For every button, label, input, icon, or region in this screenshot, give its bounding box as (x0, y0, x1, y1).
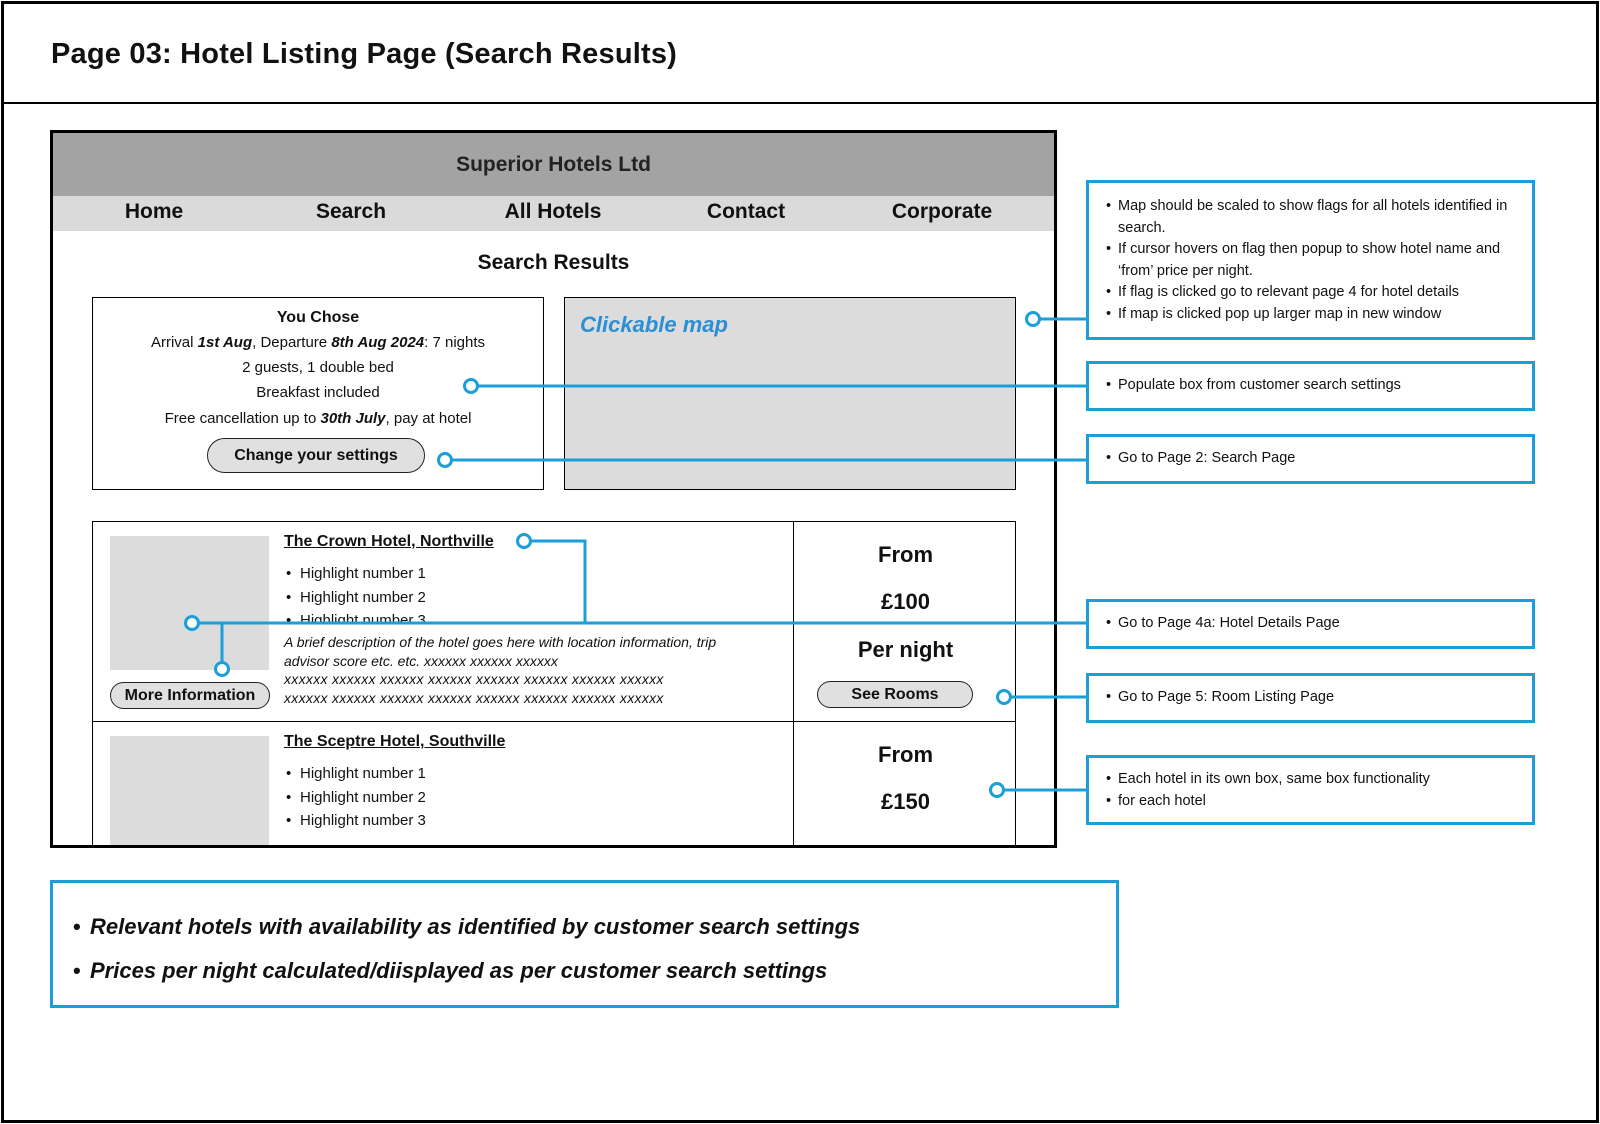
price-from-label: From (878, 742, 933, 767)
note-item: Go to Page 5: Room Listing Page (1106, 687, 1532, 709)
map-label: Clickable map (580, 312, 728, 337)
nav-search[interactable]: Search (316, 200, 386, 224)
title-divider (4, 102, 1596, 104)
note-item: Populate box from customer search settin… (1106, 375, 1532, 397)
arrival-date: 1st Aug (197, 334, 253, 351)
hotel-name-link[interactable]: The Crown Hotel, Northville (284, 533, 494, 551)
site-name: Superior Hotels Ltd (456, 152, 651, 176)
note-item: Map should be scaled to show flags for a… (1106, 196, 1532, 239)
description-filler: xxxxxx xxxxxx xxxxxx xxxxxx xxxxxx xxxxx… (284, 689, 664, 706)
description-text: A brief description of the hotel goes he… (284, 634, 717, 669)
more-information-button[interactable]: More Information (110, 682, 270, 709)
nav-home[interactable]: Home (125, 200, 183, 224)
bottom-note-item: Prices per night calculated/diisplayed a… (73, 949, 1116, 993)
site-header: Superior Hotels Ltd (53, 133, 1054, 196)
guests-line: 2 guests, 1 double bed (242, 359, 394, 376)
each-hotel-note-box: Each hotel in its own box, same box func… (1086, 755, 1535, 825)
nav-contact[interactable]: Contact (707, 200, 785, 224)
note-item: If flag is clicked go to relevant page 4… (1106, 282, 1532, 304)
populate-note-box: Populate box from customer search settin… (1086, 361, 1535, 411)
highlight-item: Highlight number 1 (286, 762, 426, 786)
nav-corporate[interactable]: Corporate (892, 200, 992, 224)
bottom-notes-box: Relevant hotels with availability as ide… (50, 880, 1119, 1008)
cancel-date: 30th July (320, 410, 386, 427)
note-item: Each hotel in its own box, same box func… (1106, 769, 1532, 791)
hotel-name-link[interactable]: The Sceptre Hotel, Southville (284, 733, 505, 751)
note-item: Go to Page 2: Search Page (1106, 448, 1532, 470)
page-title: Page 03: Hotel Listing Page (Search Resu… (51, 38, 678, 70)
arrival-label: Arrival (150, 334, 198, 351)
search-page-note-box: Go to Page 2: Search Page (1086, 434, 1535, 484)
hotel-card: More Information The Crown Hotel, Northv… (93, 522, 1015, 726)
per-night-label: Per night (857, 637, 954, 662)
hotel-image[interactable] (110, 736, 269, 845)
change-settings-button[interactable]: Change your settings (207, 438, 425, 473)
you-chose-box: You Chose Arrival 1st Aug, Departure 8th… (92, 297, 544, 490)
dates-line: Arrival 1st Aug, Departure 8th Aug 2024:… (93, 334, 543, 351)
main-nav: Home Search All Hotels Contact Corporate (53, 196, 1054, 231)
price-amount: £100 (881, 589, 930, 614)
see-rooms-button[interactable]: See Rooms (817, 681, 973, 708)
hotel-description: A brief description of the hotel goes he… (284, 633, 754, 707)
price-column: From £100 Per night See Rooms (793, 522, 1017, 726)
highlight-item: Highlight number 2 (286, 586, 426, 610)
hotel-card: The Sceptre Hotel, Southville Highlight … (93, 721, 1017, 845)
price-from-label: From (878, 542, 933, 567)
map-notes-box: Map should be scaled to show flags for a… (1086, 180, 1535, 340)
hotel-list: More Information The Crown Hotel, Northv… (92, 521, 1017, 845)
hotel-highlights: Highlight number 1 Highlight number 2 Hi… (286, 562, 426, 624)
highlight-item: Highlight number 2 (286, 786, 426, 810)
hotel-image[interactable] (110, 536, 269, 670)
departure-date: 8th Aug 2024 (331, 334, 425, 351)
note-item: for each hotel (1106, 791, 1532, 813)
room-listing-note-box: Go to Page 5: Room Listing Page (1086, 673, 1535, 723)
note-item: Go to Page 4a: Hotel Details Page (1106, 613, 1532, 635)
cancellation-line: Free cancellation up to 30th July, pay a… (93, 410, 543, 427)
results-heading: Search Results (477, 251, 630, 274)
you-chose-title: You Chose (276, 309, 360, 326)
nights-count: : 7 nights (424, 334, 486, 351)
note-item: If map is clicked pop up larger map in n… (1106, 304, 1532, 326)
cancel-label: Free cancellation up to (164, 410, 321, 427)
hotel-details-note-box: Go to Page 4a: Hotel Details Page (1086, 599, 1535, 649)
nav-all-hotels[interactable]: All Hotels (505, 200, 602, 224)
price-amount: £150 (881, 789, 930, 814)
bottom-note-item: Relevant hotels with availability as ide… (73, 905, 1116, 949)
wireframe-browser: Superior Hotels Ltd Home Search All Hote… (50, 130, 1057, 848)
clickable-map[interactable]: Clickable map (564, 297, 1016, 490)
cancel-suffix: , pay at hotel (385, 410, 472, 427)
board-line: Breakfast included (256, 384, 380, 401)
highlight-item: Highlight number 3 (286, 809, 426, 833)
price-column: From £150 (793, 722, 1017, 845)
hotel-highlights: Highlight number 1 Highlight number 2 Hi… (286, 762, 426, 833)
highlight-item: Highlight number 3 (286, 609, 426, 624)
departure-label: , Departure (252, 334, 332, 351)
description-filler: xxxxxx xxxxxx xxxxxx xxxxxx xxxxxx xxxxx… (284, 671, 664, 688)
highlight-item: Highlight number 1 (286, 562, 426, 586)
note-item: If cursor hovers on flag then popup to s… (1106, 239, 1532, 282)
